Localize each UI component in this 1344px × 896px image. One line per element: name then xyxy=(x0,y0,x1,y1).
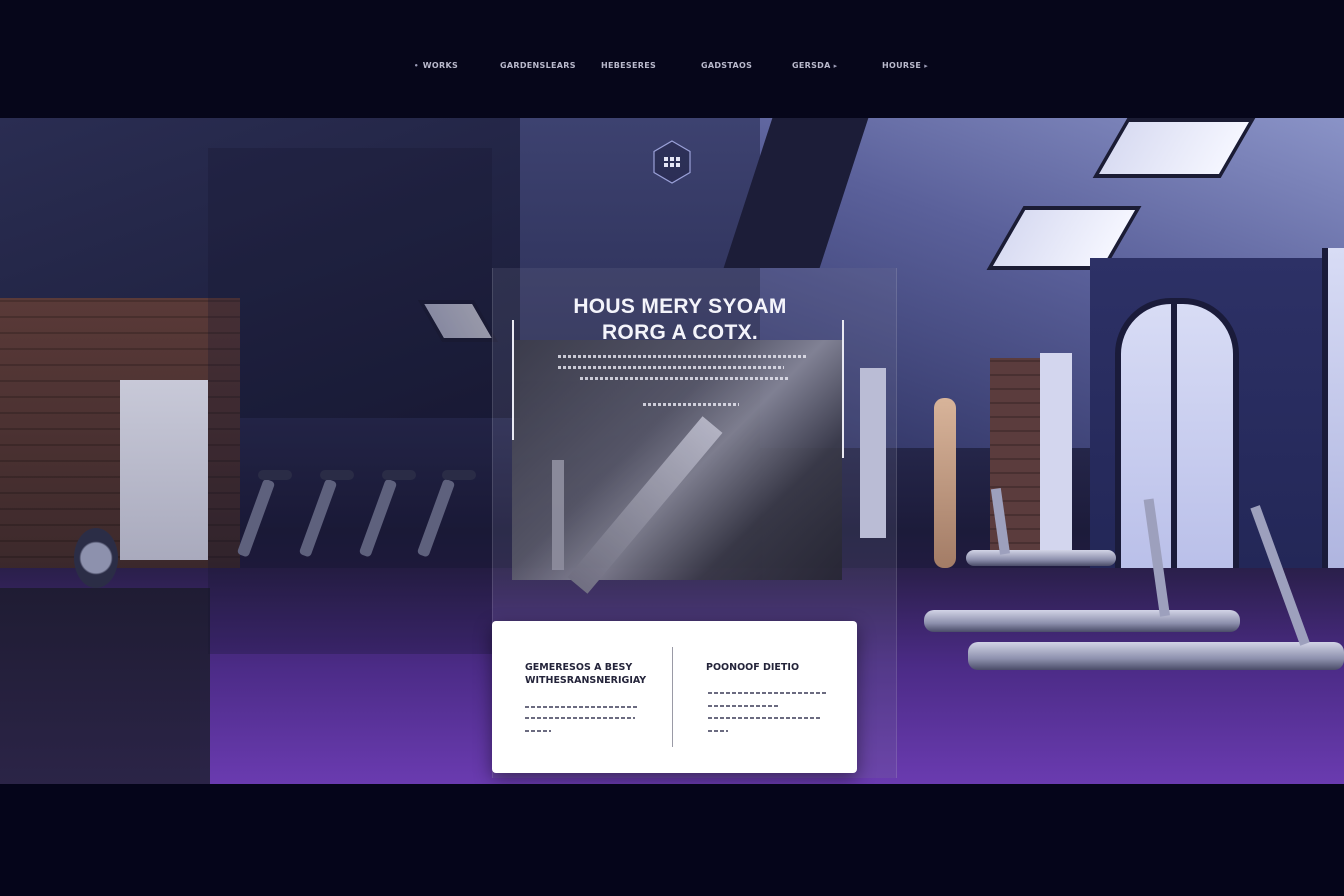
photo-detail xyxy=(567,416,723,594)
hero-subtitle-line xyxy=(558,355,808,358)
card-right-title: POONOOF DIETIO xyxy=(706,662,800,673)
logo-grid xyxy=(664,157,680,167)
card-divider xyxy=(672,647,673,747)
card-left-text-line xyxy=(525,706,637,708)
nav-item-hourse[interactable]: HOURSE ▸ xyxy=(882,61,928,73)
nav-item-hebeseres[interactable]: HEBESERES xyxy=(601,61,656,73)
hero-subtitle-line xyxy=(580,377,790,380)
info-card[interactable]: GEMERESOS A BESY WITHESRANSNERIGIAY POON… xyxy=(492,621,857,773)
card-left-title-line-2: WITHESRANSNERIGIAY xyxy=(525,675,647,686)
footer-band xyxy=(0,784,1344,896)
hero-subtitle-line xyxy=(643,403,739,406)
nav-item-label: GARDENSLEARS xyxy=(500,61,576,70)
glass-overlay-left xyxy=(208,148,492,654)
nav-item-label: WORKS xyxy=(422,61,459,70)
card-right-text-line xyxy=(708,692,828,694)
card-left-text-line xyxy=(525,717,635,719)
card-right-text-line xyxy=(708,730,728,732)
nav-item-gadstaos[interactable]: GADSTAOS xyxy=(701,61,752,73)
nav-item-gardenslears[interactable]: GARDENSLEARS xyxy=(500,61,576,73)
floor-shadow xyxy=(0,588,210,784)
nav-item-label: HEBESERES xyxy=(601,61,657,70)
treadmill xyxy=(966,550,1116,566)
frame-line-left xyxy=(512,320,514,440)
card-left-text-line xyxy=(525,730,551,732)
card-left-title: GEMERESOS A BESY WITHESRANSNERIGIAY xyxy=(525,661,646,687)
top-navigation: • WORKS GARDENSLEARS HEBESERES GADSTAOS G… xyxy=(0,0,1344,118)
card-right-text-line xyxy=(708,705,778,707)
hero-headline: HOUS MERY SYOAM RORG A COTX. xyxy=(520,294,840,346)
wall-panel xyxy=(120,380,208,560)
treadmill xyxy=(924,610,1240,632)
treadmill xyxy=(968,642,1344,670)
hero-subtitle-line xyxy=(558,366,784,369)
nav-item-label: HOURSE xyxy=(882,61,922,70)
card-left-title-line-1: GEMERESOS A BESY xyxy=(525,662,633,673)
chevron-right-icon: ▸ xyxy=(833,62,838,70)
nav-item-label: GADSTAOS xyxy=(701,61,753,70)
arched-window xyxy=(1115,298,1239,600)
nav-item-gersda[interactable]: GERSDA ▸ xyxy=(792,61,837,73)
hero-title-line-2: RORG A COTX. xyxy=(601,321,759,344)
nav-item-works[interactable]: • WORKS xyxy=(414,61,458,73)
card-right-text-line xyxy=(708,717,820,719)
person-figure xyxy=(934,398,956,568)
chevron-right-icon: ▸ xyxy=(924,62,929,70)
window xyxy=(1322,248,1344,608)
nav-item-label: GERSDA xyxy=(792,61,831,70)
inner-gym-photo xyxy=(512,340,842,594)
pillar xyxy=(1040,353,1072,553)
photo-detail xyxy=(552,460,564,570)
round-equipment xyxy=(74,528,118,588)
hero-title-line-1: HOUS MERY SYOAM xyxy=(573,295,787,318)
frame-line-right xyxy=(842,320,844,458)
bullet-icon: • xyxy=(414,62,419,70)
hexagon-grid-logo-icon[interactable] xyxy=(653,140,691,184)
